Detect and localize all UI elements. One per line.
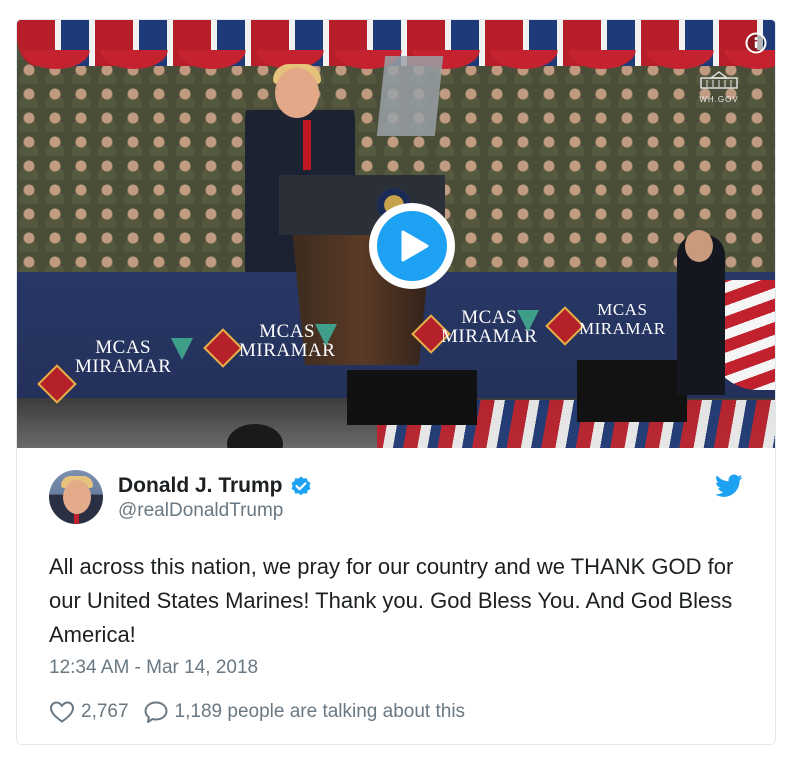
shield-icon — [171, 338, 193, 360]
avatar-tie — [74, 514, 79, 524]
embedded-tweet-card: MCAS MIRAMAR MCAS MIRAMAR MCAS MIRAMAR M… — [16, 19, 776, 745]
comment-bubble-icon[interactable] — [143, 700, 169, 724]
play-button-circle — [377, 211, 447, 281]
video-thumbnail[interactable]: MCAS MIRAMAR MCAS MIRAMAR MCAS MIRAMAR M… — [17, 20, 775, 448]
stage-monitor — [577, 360, 687, 422]
speaker-tie — [303, 120, 311, 170]
avatar[interactable] — [49, 470, 103, 524]
like-count[interactable]: 2,767 — [81, 701, 129, 723]
banner-label: MCAS MIRAMAR — [579, 300, 666, 338]
author-name-text: Donald J. Trump — [118, 474, 283, 497]
author-handle[interactable]: @realDonaldTrump — [118, 500, 283, 522]
verified-badge-icon — [291, 476, 311, 496]
speaker-head — [275, 68, 319, 118]
twitter-bird-icon[interactable] — [715, 474, 743, 498]
banner-label-line1: MCAS — [597, 300, 648, 319]
shield-icon — [517, 310, 539, 332]
tweet-author[interactable]: Donald J. Trump @realDonaldTrump — [49, 470, 743, 530]
banner-label: MCAS MIRAMAR — [75, 338, 171, 376]
author-name[interactable]: Donald J. Trump — [118, 474, 312, 498]
shield-icon — [315, 324, 337, 346]
stage-monitor — [347, 370, 477, 425]
tweet-timestamp[interactable]: 12:34 AM - Mar 14, 2018 — [49, 657, 258, 679]
tweet-text: All across this nation, we pray for our … — [49, 554, 734, 647]
teleprompter — [376, 56, 444, 136]
white-house-icon — [700, 71, 738, 89]
play-icon — [401, 230, 429, 262]
banner-label-line1: MCAS — [95, 337, 152, 358]
info-icon[interactable] — [745, 32, 767, 54]
conversation-link[interactable]: 1,189 people are talking about this — [175, 701, 466, 723]
heart-icon[interactable] — [49, 700, 75, 724]
tweet-actions: 2,767 1,189 people are talking about thi… — [49, 700, 465, 724]
avatar-face — [63, 480, 91, 514]
play-button[interactable] — [369, 203, 455, 289]
watermark-text: WH.GOV — [699, 95, 739, 104]
banner-label-line2: MIRAMAR — [579, 319, 666, 338]
security-agent-head — [685, 230, 713, 262]
white-house-watermark: WH.GOV — [689, 70, 749, 104]
banner-label-line2: MIRAMAR — [75, 356, 172, 377]
